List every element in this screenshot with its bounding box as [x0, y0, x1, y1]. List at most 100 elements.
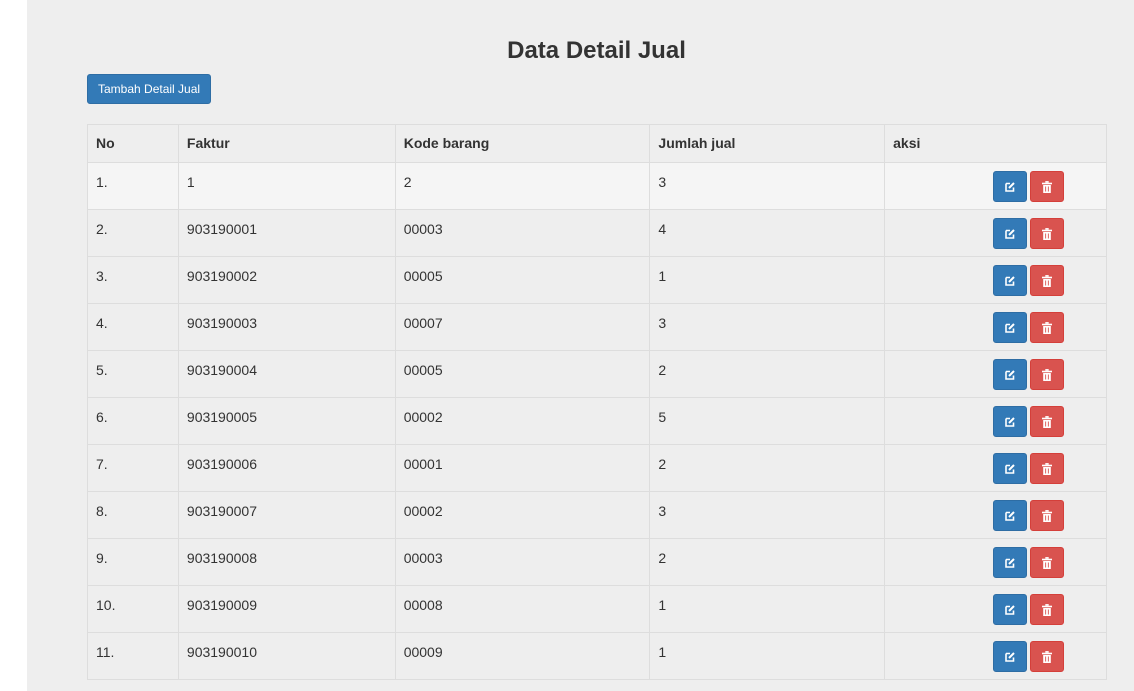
edit-icon	[1005, 228, 1015, 239]
table-row: 3. 903190002 00005 1	[87, 256, 1107, 304]
cell-jumlah-jual: 2	[649, 350, 886, 398]
edit-icon	[1005, 369, 1015, 380]
cell-aksi	[884, 162, 1107, 210]
trash-icon	[1042, 227, 1053, 240]
cell-aksi	[884, 444, 1107, 492]
table-row: 6. 903190005 00002 5	[87, 397, 1107, 445]
delete-button[interactable]	[1030, 500, 1065, 531]
cell-no: 7.	[87, 444, 179, 492]
cell-kode-barang: 00003	[394, 209, 651, 257]
trash-icon	[1042, 180, 1053, 193]
edit-button[interactable]	[993, 312, 1028, 343]
cell-jumlah-jual: 1	[649, 256, 886, 304]
trash-icon	[1042, 274, 1053, 287]
edit-button[interactable]	[993, 406, 1028, 437]
table-row: 9. 903190008 00003 2	[87, 538, 1107, 586]
cell-aksi	[884, 491, 1107, 539]
trash-icon	[1042, 415, 1053, 428]
cell-jumlah-jual: 3	[649, 491, 886, 539]
cell-aksi	[884, 585, 1107, 633]
delete-button[interactable]	[1030, 312, 1065, 343]
page-title: Data Detail Jual	[507, 37, 686, 64]
cell-kode-barang: 2	[394, 162, 651, 210]
edit-icon	[1005, 416, 1015, 427]
edit-button[interactable]	[993, 500, 1028, 531]
add-detail-jual-button[interactable]: Tambah Detail Jual	[87, 74, 212, 104]
table-header-row: No Faktur Kode barang Jumlah jual aksi	[87, 124, 1107, 163]
cell-no: 1.	[87, 162, 179, 210]
table-row: 5. 903190004 00005 2	[87, 350, 1107, 398]
cell-aksi	[884, 350, 1107, 398]
cell-jumlah-jual: 4	[649, 209, 886, 257]
trash-icon	[1042, 509, 1053, 522]
cell-faktur: 903190009	[177, 585, 396, 633]
delete-button[interactable]	[1030, 594, 1065, 625]
cell-jumlah-jual: 2	[649, 538, 886, 586]
content-panel: Data Detail Jual Tambah Detail Jual No F…	[27, 0, 1134, 691]
cell-no: 5.	[87, 350, 179, 398]
cell-aksi	[884, 256, 1107, 304]
edit-icon	[1005, 463, 1015, 474]
edit-icon	[1005, 557, 1015, 568]
header-kode-barang: Kode barang	[394, 124, 651, 163]
cell-kode-barang: 00001	[394, 444, 651, 492]
cell-kode-barang: 00007	[394, 303, 651, 351]
cell-jumlah-jual: 3	[649, 303, 886, 351]
cell-no: 4.	[87, 303, 179, 351]
edit-button[interactable]	[993, 594, 1028, 625]
cell-faktur: 903190005	[177, 397, 396, 445]
cell-aksi	[884, 209, 1107, 257]
cell-aksi	[884, 632, 1107, 680]
cell-no: 9.	[87, 538, 179, 586]
edit-button[interactable]	[993, 171, 1028, 202]
table-row: 1. 1 2 3	[87, 162, 1107, 210]
trash-icon	[1042, 321, 1053, 334]
delete-button[interactable]	[1030, 218, 1065, 249]
cell-jumlah-jual: 2	[649, 444, 886, 492]
delete-button[interactable]	[1030, 406, 1065, 437]
detail-jual-table: No Faktur Kode barang Jumlah jual aksi 1…	[87, 124, 1107, 680]
cell-faktur: 903190003	[177, 303, 396, 351]
delete-button[interactable]	[1030, 453, 1065, 484]
edit-button[interactable]	[993, 218, 1028, 249]
cell-no: 6.	[87, 397, 179, 445]
edit-button[interactable]	[993, 641, 1028, 672]
cell-aksi	[884, 303, 1107, 351]
edit-icon	[1005, 275, 1015, 286]
delete-button[interactable]	[1030, 171, 1065, 202]
cell-no: 10.	[87, 585, 179, 633]
delete-button[interactable]	[1030, 265, 1065, 296]
cell-kode-barang: 00009	[394, 632, 651, 680]
edit-button[interactable]	[993, 547, 1028, 578]
trash-icon	[1042, 556, 1053, 569]
cell-kode-barang: 00005	[394, 350, 651, 398]
delete-button[interactable]	[1030, 359, 1065, 390]
cell-faktur: 903190008	[177, 538, 396, 586]
edit-icon	[1005, 322, 1015, 333]
cell-jumlah-jual: 5	[649, 397, 886, 445]
cell-no: 11.	[87, 632, 179, 680]
table-row: 4. 903190003 00007 3	[87, 303, 1107, 351]
cell-kode-barang: 00002	[394, 397, 651, 445]
edit-button[interactable]	[993, 453, 1028, 484]
edit-button[interactable]	[993, 265, 1028, 296]
delete-button[interactable]	[1030, 547, 1065, 578]
cell-kode-barang: 00005	[394, 256, 651, 304]
cell-faktur: 903190007	[177, 491, 396, 539]
cell-kode-barang: 00008	[394, 585, 651, 633]
trash-icon	[1042, 368, 1053, 381]
cell-faktur: 903190010	[177, 632, 396, 680]
cell-faktur: 903190004	[177, 350, 396, 398]
edit-button[interactable]	[993, 359, 1028, 390]
cell-jumlah-jual: 3	[649, 162, 886, 210]
cell-kode-barang: 00002	[394, 491, 651, 539]
delete-button[interactable]	[1030, 641, 1065, 672]
table-row: 2. 903190001 00003 4	[87, 209, 1107, 257]
edit-icon	[1005, 510, 1015, 521]
edit-icon	[1005, 181, 1015, 192]
cell-no: 8.	[87, 491, 179, 539]
cell-jumlah-jual: 1	[649, 585, 886, 633]
cell-kode-barang: 00003	[394, 538, 651, 586]
cell-aksi	[884, 538, 1107, 586]
table-body: 1. 1 2 3 2. 903190001 00003 4 3. 9031900…	[87, 162, 1107, 680]
